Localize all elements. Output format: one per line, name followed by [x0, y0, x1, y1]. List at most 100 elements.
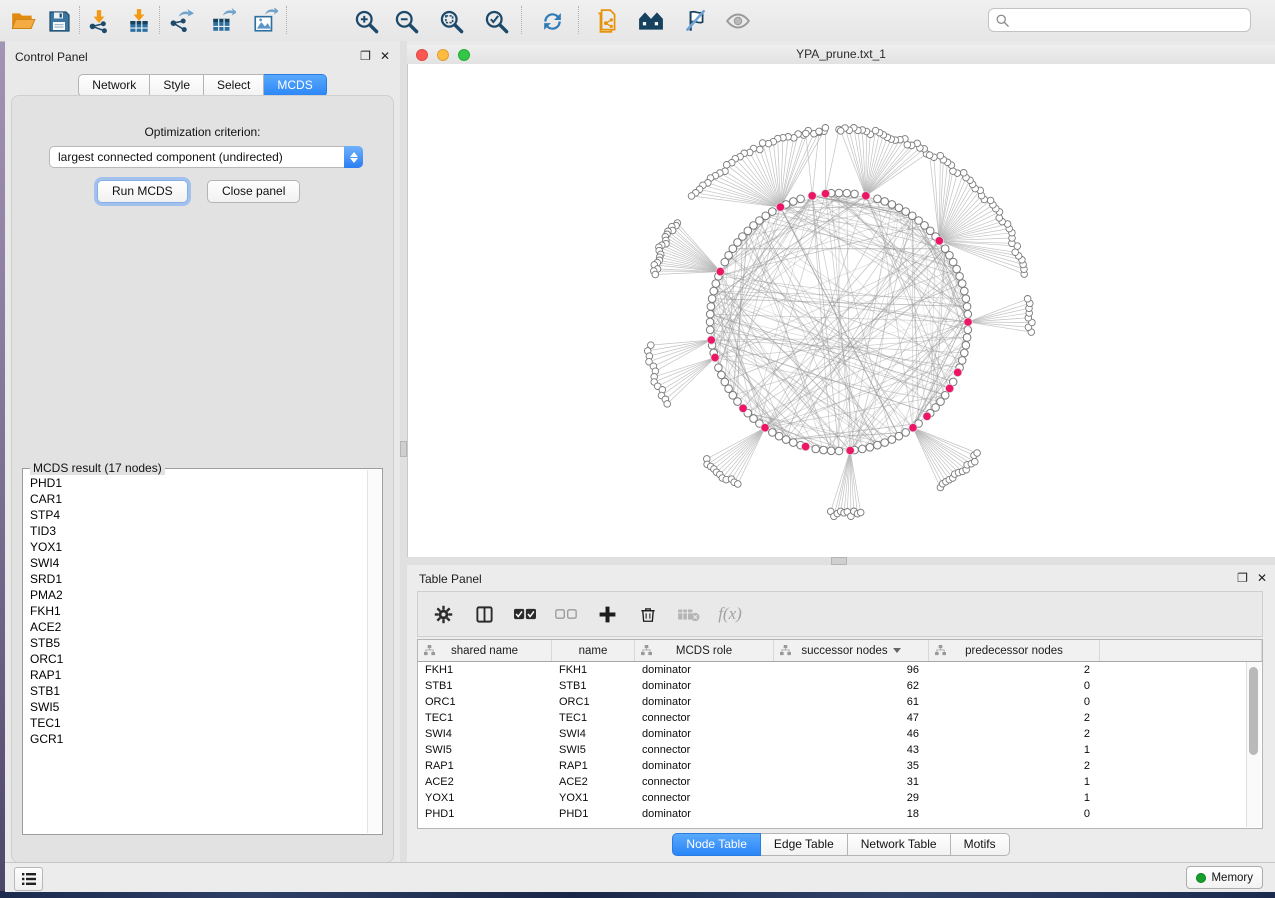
show-panel-list-button[interactable]: [14, 867, 43, 891]
cell-name: TEC1: [552, 710, 635, 726]
tab-motifs[interactable]: Motifs: [951, 833, 1010, 856]
mcds-result-item[interactable]: TEC1: [24, 715, 368, 731]
window-minimize-icon[interactable]: [437, 49, 449, 61]
table-header-row: shared namenameMCDS rolesuccessor nodesp…: [418, 640, 1262, 662]
mcds-result-item[interactable]: RAP1: [24, 667, 368, 683]
tab-network[interactable]: Network: [78, 74, 150, 97]
splitter-grip[interactable]: [831, 557, 847, 565]
table-row[interactable]: YOX1YOX1connector291: [418, 790, 1262, 806]
zoom-fit-icon[interactable]: [436, 6, 466, 36]
mcds-result-item[interactable]: SWI4: [24, 555, 368, 571]
table-row[interactable]: SWI4SWI4dominator462: [418, 726, 1262, 742]
table-body: FKH1FKH1dominator962STB1STB1dominator620…: [418, 662, 1262, 822]
settings-icon[interactable]: [431, 602, 455, 626]
table-row[interactable]: ORC1ORC1dominator610: [418, 694, 1262, 710]
tab-style[interactable]: Style: [150, 74, 204, 97]
mcds-result-item[interactable]: PHD1: [24, 475, 368, 491]
toolbar-search-box[interactable]: [988, 8, 1251, 32]
delete-column-icon[interactable]: [636, 602, 660, 626]
add-column-icon[interactable]: [595, 602, 619, 626]
cell-predecessor-nodes: 0: [929, 694, 1100, 710]
export-table-icon[interactable]: [208, 6, 238, 36]
optimization-criterion-dropdown[interactable]: largest connected component (undirected): [49, 146, 363, 168]
mcds-result-item[interactable]: ORC1: [24, 651, 368, 667]
window-maximize-icon[interactable]: [458, 49, 470, 61]
tab-node-table[interactable]: Node Table: [672, 833, 761, 856]
window-close-icon[interactable]: [416, 49, 428, 61]
column-header-successor-nodes[interactable]: successor nodes: [774, 640, 929, 661]
mcds-result-item[interactable]: PMA2: [24, 587, 368, 603]
scrollbar-thumb[interactable]: [1249, 667, 1258, 755]
column-header-name[interactable]: name: [552, 640, 635, 661]
mcds-result-item[interactable]: GCR1: [24, 731, 368, 747]
mcds-result-item[interactable]: CAR1: [24, 491, 368, 507]
mcds-result-item[interactable]: ACE2: [24, 619, 368, 635]
close-panel-icon[interactable]: ✕: [380, 49, 390, 63]
column-header-filler: [1100, 640, 1262, 661]
run-mcds-button[interactable]: Run MCDS: [97, 180, 188, 203]
mcds-result-list[interactable]: PHD1CAR1STP4TID3YOX1SWI4SRD1PMA2FKH1ACE2…: [24, 475, 368, 833]
close-panel-button[interactable]: Close panel: [207, 180, 300, 203]
cell-predecessor-nodes: 1: [929, 742, 1100, 758]
node-table[interactable]: shared namenameMCDS rolesuccessor nodesp…: [417, 639, 1263, 829]
column-header-shared-name[interactable]: shared name: [418, 640, 552, 661]
export-network-icon[interactable]: [166, 6, 196, 36]
import-network-icon[interactable]: [84, 6, 114, 36]
deselect-all-icon[interactable]: [554, 602, 578, 626]
cell-mcds-role: connector: [635, 774, 774, 790]
memory-status-icon: [1196, 873, 1206, 883]
new-network-from-selection-icon[interactable]: [592, 6, 622, 36]
tab-mcds[interactable]: MCDS: [264, 74, 326, 97]
dropdown-stepper-icon: [344, 146, 363, 168]
float-panel-icon[interactable]: ❐: [360, 49, 371, 63]
tab-edge-table[interactable]: Edge Table: [761, 833, 848, 856]
mcds-result-item[interactable]: SWI5: [24, 699, 368, 715]
mcds-list-scrollbar[interactable]: [367, 470, 381, 833]
mcds-result-item[interactable]: STB1: [24, 683, 368, 699]
close-panel-icon[interactable]: ✕: [1257, 571, 1267, 585]
select-all-icon[interactable]: [513, 602, 537, 626]
toolbar-separator: [521, 6, 522, 34]
search-input[interactable]: [1014, 12, 1250, 28]
tab-select[interactable]: Select: [204, 74, 264, 97]
network-view[interactable]: [407, 64, 1275, 557]
first-neighbors-icon[interactable]: [636, 6, 666, 36]
table-row[interactable]: FKH1FKH1dominator962: [418, 662, 1262, 678]
tab-network-table[interactable]: Network Table: [848, 833, 951, 856]
cell-successor-nodes: 35: [774, 758, 929, 774]
table-scrollbar[interactable]: [1246, 662, 1261, 827]
column-header-predecessor-nodes[interactable]: predecessor nodes: [929, 640, 1100, 661]
zoom-selected-icon[interactable]: [481, 6, 511, 36]
zoom-out-icon[interactable]: [391, 6, 421, 36]
vertical-splitter[interactable]: [400, 41, 407, 862]
export-image-icon[interactable]: [250, 6, 280, 36]
table-row[interactable]: RAP1RAP1dominator352: [418, 758, 1262, 774]
mcds-result-item[interactable]: STB5: [24, 635, 368, 651]
mcds-result-item[interactable]: YOX1: [24, 539, 368, 555]
mcds-result-item[interactable]: FKH1: [24, 603, 368, 619]
network-window-titlebar[interactable]: YPA_prune.txt_1: [407, 45, 1275, 65]
splitter-grip[interactable]: [400, 441, 407, 457]
import-table-icon[interactable]: [124, 6, 154, 36]
mcds-result-item[interactable]: SRD1: [24, 571, 368, 587]
table-row[interactable]: TEC1TEC1connector472: [418, 710, 1262, 726]
delete-table-icon: [677, 602, 701, 626]
table-row[interactable]: ACE2ACE2connector311: [418, 774, 1262, 790]
table-row[interactable]: STB1STB1dominator620: [418, 678, 1262, 694]
table-row[interactable]: SWI5SWI5connector431: [418, 742, 1262, 758]
open-file-icon[interactable]: [8, 6, 38, 36]
zoom-in-icon[interactable]: [351, 6, 381, 36]
save-session-icon[interactable]: [44, 6, 74, 36]
cell-predecessor-nodes: 2: [929, 758, 1100, 774]
show-columns-icon[interactable]: [472, 602, 496, 626]
hide-selected-icon[interactable]: [680, 6, 710, 36]
mcds-result-item[interactable]: TID3: [24, 523, 368, 539]
table-row[interactable]: PHD1PHD1dominator180: [418, 806, 1262, 822]
cell-predecessor-nodes: 0: [929, 678, 1100, 694]
mcds-result-item[interactable]: STP4: [24, 507, 368, 523]
memory-button[interactable]: Memory: [1186, 866, 1263, 889]
float-panel-icon[interactable]: ❐: [1237, 571, 1248, 585]
horizontal-splitter[interactable]: [407, 557, 1275, 565]
refresh-view-icon[interactable]: [537, 6, 567, 36]
column-header-mcds-role[interactable]: MCDS role: [635, 640, 774, 661]
